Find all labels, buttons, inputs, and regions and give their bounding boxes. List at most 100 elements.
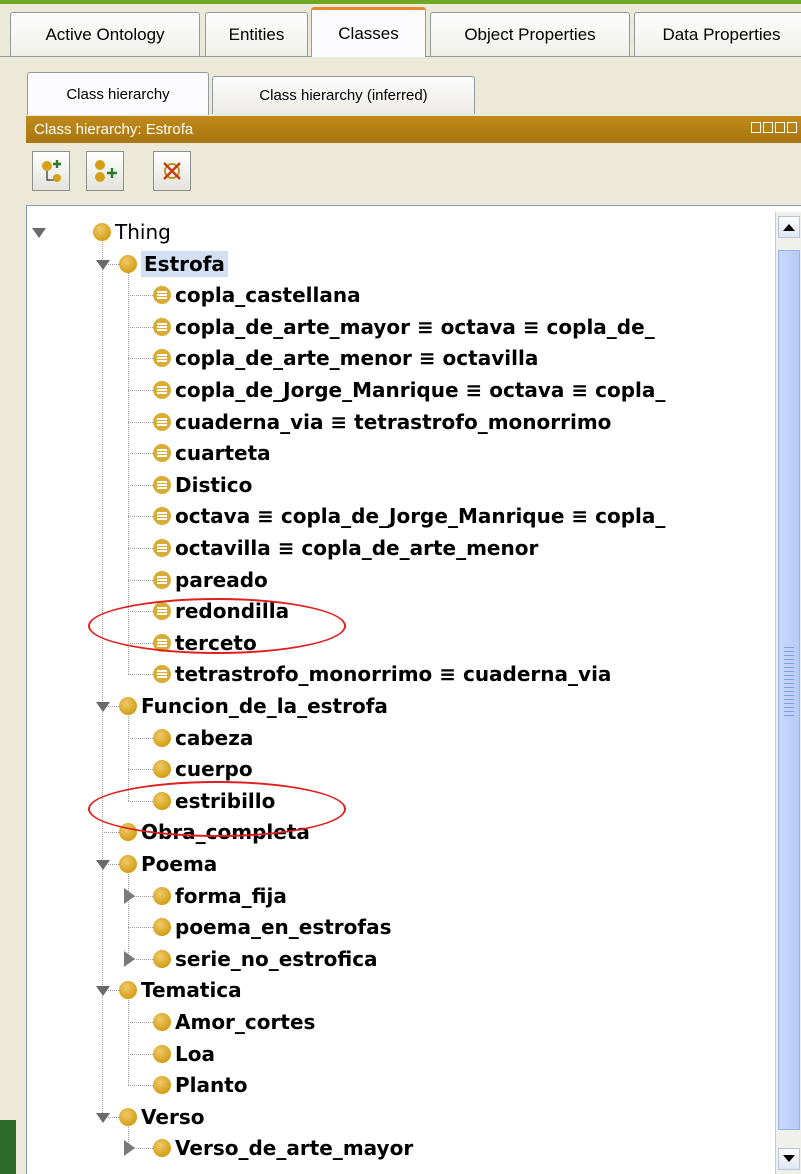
tree-connector (128, 998, 129, 1086)
tree-node[interactable]: cuaderna_via ≡ tetrastrofo_monorrimo (153, 406, 611, 438)
tree-connector (128, 358, 153, 360)
defined-class-icon (153, 570, 171, 589)
tree-node[interactable]: Loa (153, 1038, 215, 1070)
tree-connector (128, 453, 153, 455)
tree-node-label: Planto (175, 1073, 248, 1098)
class-hierarchy-tree[interactable]: Thing Estrofa copla_castellana copla_de_art… (26, 205, 801, 1174)
scroll-up-button[interactable] (778, 216, 800, 238)
tree-node-label: Tematica (141, 978, 242, 1003)
tree-connector (128, 548, 153, 549)
tab-active-ontology[interactable]: Active Ontology (10, 12, 200, 56)
tree-node[interactable]: Distico (153, 469, 252, 501)
tree-node-label: tetrastrofo_monorrimo ≡ cuaderna_via (175, 662, 612, 687)
tree-node[interactable]: Amor_cortes (153, 1006, 315, 1038)
defined-class-icon (153, 444, 171, 463)
tree-node-label: Estrofa (141, 250, 228, 277)
tree-node[interactable]: tetrastrofo_monorrimo ≡ cuaderna_via (153, 658, 611, 690)
annotation-circle-estribillo (88, 781, 346, 837)
defined-class-icon (153, 381, 171, 399)
class-hierarchy-view-header: Class hierarchy: Estrofa (26, 116, 801, 143)
defined-class-icon (153, 475, 171, 494)
defined-class-icon (153, 539, 171, 557)
tab-classes[interactable]: Classes (311, 7, 426, 57)
tree-node[interactable]: cuarteta (153, 437, 271, 469)
expanded-toggle-icon[interactable] (96, 1112, 110, 1123)
class-icon (119, 981, 137, 1000)
tab-data-properties[interactable]: Data Properties (634, 12, 801, 56)
expanded-toggle-icon[interactable] (32, 228, 46, 238)
class-icon (153, 918, 171, 937)
collapsed-toggle-icon[interactable] (124, 1140, 135, 1157)
tree-connector (128, 872, 129, 959)
tree-node-label: Loa (175, 1041, 215, 1066)
scroll-down-button[interactable] (778, 1148, 800, 1170)
tree-node-label: Funcion_de_la_estrofa (141, 694, 388, 718)
scrollbar-thumb[interactable] (778, 250, 800, 1130)
vertical-scrollbar[interactable] (775, 212, 801, 1174)
tree-connector (128, 579, 153, 581)
class-icon (119, 855, 137, 873)
tree-node[interactable]: Poema (119, 848, 217, 880)
class-icon (153, 760, 171, 779)
close-view-icon[interactable] (787, 122, 797, 133)
split-vertical-icon[interactable] (751, 122, 761, 133)
tree-node[interactable]: copla_de_Jorge_Manrique ≡ octava ≡ copla… (153, 374, 665, 406)
class-hierarchy-tab-bar: Class hierarchy Class hierarchy (inferre… (0, 72, 801, 116)
tree-connector (128, 484, 153, 486)
tab-object-properties[interactable]: Object Properties (430, 12, 630, 56)
add-sibling-icon (95, 160, 117, 182)
tab-entities[interactable]: Entities (205, 12, 308, 56)
class-icon (153, 728, 171, 747)
expanded-toggle-icon[interactable] (96, 259, 110, 270)
tree-connector (128, 421, 153, 423)
tree-node[interactable]: copla_castellana (153, 279, 361, 311)
class-icon (119, 697, 137, 715)
chevron-up-icon (783, 224, 795, 231)
tab-class-hierarchy[interactable]: Class hierarchy (27, 72, 209, 115)
tree-node[interactable]: Planto (153, 1069, 248, 1101)
tree-node[interactable]: pareado (153, 564, 268, 596)
add-subclass-button[interactable] (32, 151, 70, 191)
annotation-circle-redondilla (88, 598, 346, 654)
expanded-toggle-icon[interactable] (96, 860, 110, 870)
tree-node[interactable]: Estrofa (119, 248, 228, 280)
tree-node-label: copla_castellana (175, 283, 361, 308)
tree-connector (128, 737, 153, 739)
tree-node-label: Thing (115, 220, 171, 244)
class-icon (153, 1076, 171, 1095)
tree-node[interactable]: octavilla ≡ copla_de_arte_menor (153, 532, 538, 564)
tree-node[interactable]: serie_no_estrofica (153, 943, 378, 975)
split-horizontal-icon[interactable] (763, 122, 773, 133)
defined-class-icon (153, 665, 171, 684)
tree-node[interactable]: forma_fija (153, 880, 287, 912)
tree-node-label: Verso (141, 1104, 205, 1129)
tree-node[interactable]: poema_en_estrofas (153, 911, 392, 943)
tree-node[interactable]: copla_de_arte_mayor ≡ octava ≡ copla_de_ (153, 311, 655, 343)
tree-node[interactable]: Funcion_de_la_estrofa (119, 690, 388, 722)
add-sibling-button[interactable] (86, 151, 124, 191)
tree-node-label: forma_fija (175, 883, 287, 908)
tree-node[interactable]: Verso_de_arte_mayor (153, 1132, 413, 1164)
tree-node[interactable]: octava ≡ copla_de_Jorge_Manrique ≡ copla… (153, 500, 665, 532)
expanded-toggle-icon[interactable] (96, 986, 110, 997)
tree-node-label: octava ≡ copla_de_Jorge_Manrique ≡ copla… (175, 504, 666, 529)
maximize-icon[interactable] (775, 122, 785, 133)
defined-class-icon (153, 412, 171, 431)
tree-node[interactable]: Thing (93, 216, 171, 248)
tree-connector (128, 516, 153, 518)
tree-node[interactable]: Verso (119, 1101, 204, 1133)
tree-connector (128, 927, 153, 929)
class-toolbar (26, 143, 801, 205)
tree-node[interactable]: copla_de_arte_menor ≡ octavilla (153, 342, 538, 374)
collapsed-toggle-icon[interactable] (124, 887, 135, 904)
class-icon (119, 1107, 137, 1126)
tree-node[interactable]: Tematica (119, 974, 242, 1006)
tree-node[interactable]: cabeza (153, 722, 253, 754)
tree-node-label: pareado (175, 567, 268, 592)
collapsed-toggle-icon[interactable] (124, 950, 135, 967)
expanded-toggle-icon[interactable] (96, 702, 110, 712)
tab-class-hierarchy-inferred[interactable]: Class hierarchy (inferred) (212, 76, 475, 114)
tree-node-label: cuerpo (175, 757, 253, 782)
delete-class-button[interactable] (153, 151, 191, 191)
tree-connector (128, 1085, 153, 1087)
